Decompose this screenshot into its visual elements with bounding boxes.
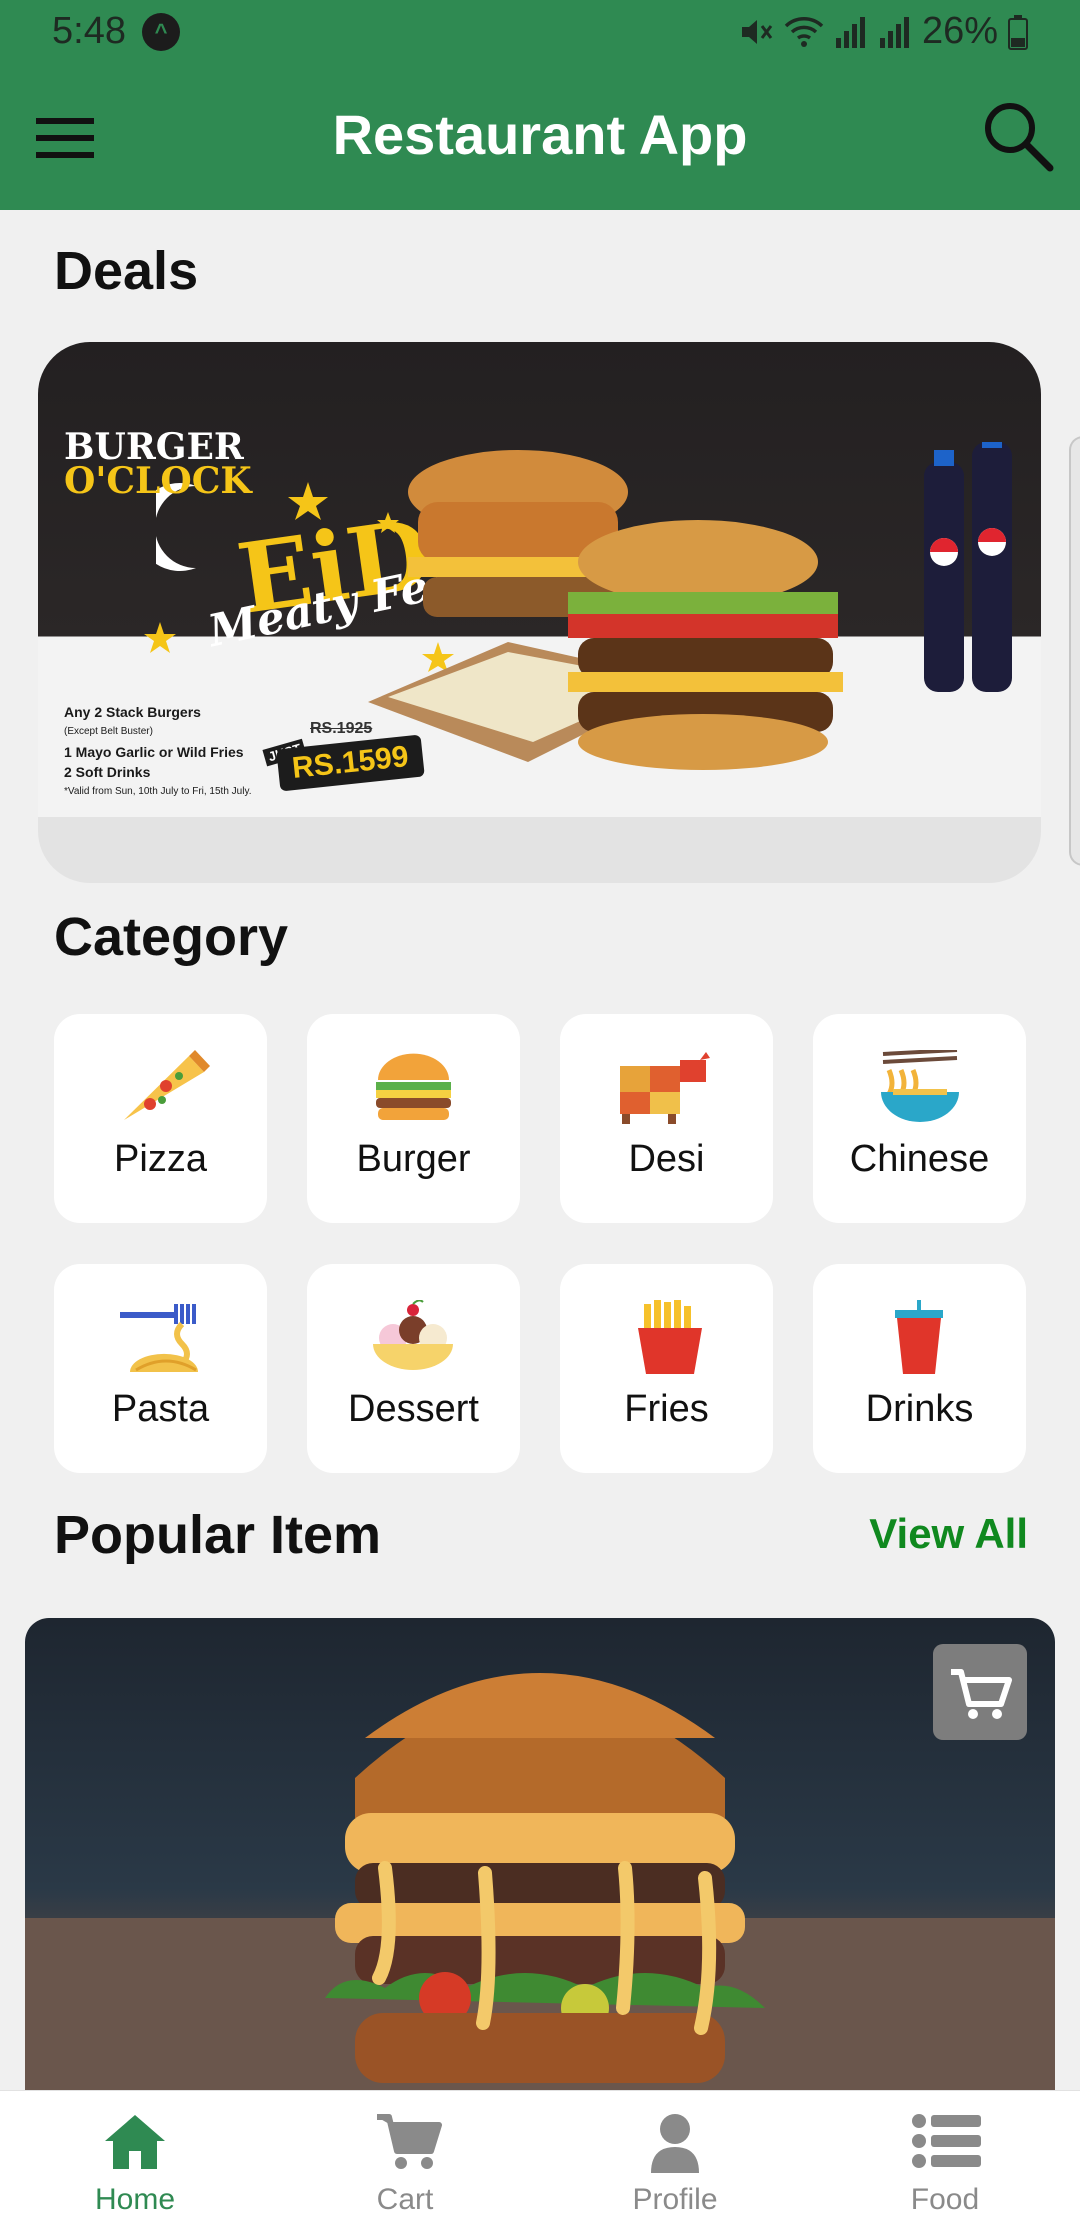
noodles-icon — [881, 1050, 959, 1122]
pizza-icon — [124, 1050, 210, 1120]
category-label: Pasta — [111, 1388, 210, 1430]
category-item-pizza[interactable]: Pizza — [54, 1014, 267, 1223]
nav-item-food[interactable]: Food — [845, 2091, 1045, 2220]
category-label: Pizza — [114, 1138, 207, 1180]
battery-percentage: 26% — [921, 10, 998, 52]
category-title: Category — [54, 907, 289, 967]
app-notification-icon: ^ — [142, 13, 180, 51]
offer-line: 1 Mayo Garlic or Wild Fries — [64, 744, 244, 760]
next-deal-card-peek[interactable] — [1069, 436, 1080, 866]
bottom-navigation: Home Cart Profile Food — [0, 2090, 1080, 2220]
app-title: Restaurant App — [332, 103, 748, 166]
category-item-dessert[interactable]: Dessert — [307, 1264, 520, 1473]
brand-logo: BURGER O'CLOCK — [64, 426, 252, 502]
nav-item-cart[interactable]: Cart — [305, 2091, 505, 2220]
pasta-fork-icon — [120, 1304, 198, 1372]
deals-title: Deals — [54, 241, 199, 301]
search-icon[interactable] — [978, 96, 1058, 176]
profile-icon — [651, 2114, 699, 2173]
brand-line-1: BURGER — [64, 426, 244, 468]
fries-icon — [638, 1300, 702, 1374]
category-label: Fries — [624, 1388, 709, 1430]
nav-label: Cart — [376, 2183, 434, 2216]
category-label: Desi — [628, 1138, 705, 1180]
deal-offer-lines: Any 2 Stack Burgers (Except Belt Buster)… — [64, 702, 252, 802]
category-item-burger[interactable]: Burger — [307, 1014, 520, 1223]
deal-banner-image[interactable]: BURGER O'CLOCK EiD Meaty Feast Any 2 Sta… — [38, 342, 1041, 817]
offer-line: Any 2 Stack Burgers — [64, 704, 201, 720]
old-price: RS.1925 — [310, 720, 373, 737]
category-label: Burger — [356, 1138, 471, 1180]
status-bar: 5:48 ^ 26% — [0, 0, 1080, 66]
cart-icon — [377, 2114, 442, 2169]
category-item-fries[interactable]: Fries — [560, 1264, 773, 1473]
wifi-icon — [784, 16, 824, 47]
list-icon — [912, 2114, 981, 2168]
nav-label: Profile — [632, 2183, 718, 2216]
signal-icon-2 — [879, 16, 909, 48]
nav-item-home[interactable]: Home — [35, 2091, 235, 2220]
drink-cup-icon — [895, 1300, 943, 1374]
battery-icon — [1008, 14, 1028, 50]
cow-icon — [620, 1052, 710, 1124]
add-to-cart-button[interactable] — [933, 1644, 1027, 1740]
signal-icon — [835, 16, 865, 48]
category-item-drinks[interactable]: Drinks — [813, 1264, 1026, 1473]
category-item-chinese[interactable]: Chinese — [813, 1014, 1026, 1223]
offer-line: (Except Belt Buster) — [64, 726, 153, 737]
nav-label: Home — [94, 2183, 176, 2216]
category-label: Dessert — [348, 1388, 479, 1430]
brand-line-2: O'CLOCK — [64, 460, 252, 502]
category-label: Chinese — [849, 1138, 990, 1180]
status-icons: 26% — [738, 10, 1028, 53]
mute-icon — [741, 19, 773, 44]
app-bar: Restaurant App — [0, 66, 1080, 210]
nav-item-profile[interactable]: Profile — [575, 2091, 775, 2220]
view-all-link[interactable]: View All — [869, 1510, 1028, 1558]
cart-icon — [951, 1669, 1012, 1719]
burgers-image — [368, 442, 1012, 770]
nav-label: Food — [910, 2183, 980, 2216]
offer-line: 2 Soft Drinks — [64, 764, 151, 780]
home-icon — [105, 2115, 165, 2169]
sundae-icon — [373, 1300, 453, 1370]
category-label: Drinks — [865, 1388, 974, 1430]
popular-title: Popular Item — [54, 1505, 382, 1565]
status-time: 5:48 — [52, 10, 126, 52]
deal-card[interactable]: BURGER O'CLOCK EiD Meaty Feast Any 2 Sta… — [38, 342, 1041, 883]
category-item-desi[interactable]: Desi — [560, 1014, 773, 1223]
offer-line: *Valid from Sun, 10th July to Fri, 15th … — [64, 786, 252, 797]
burger-icon — [376, 1053, 451, 1120]
category-item-pasta[interactable]: Pasta — [54, 1264, 267, 1473]
